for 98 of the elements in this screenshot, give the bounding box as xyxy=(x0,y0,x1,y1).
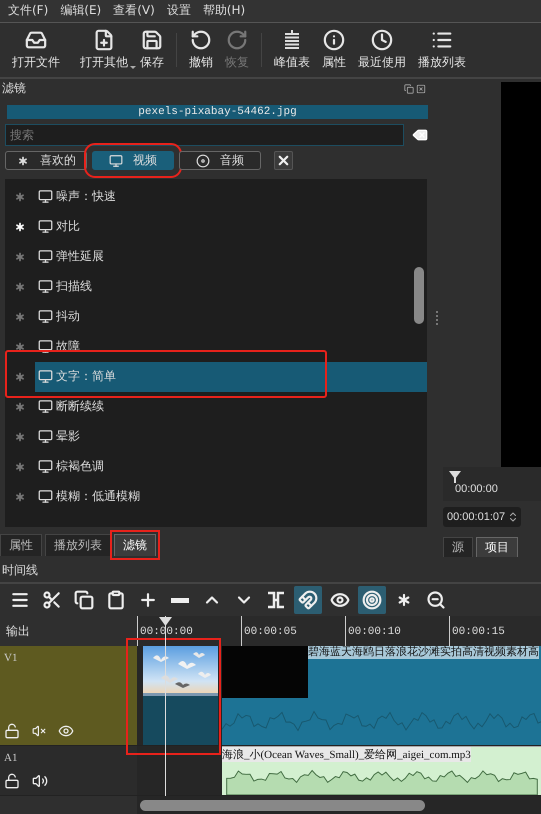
toolbar-button[interactable]: 播放列表 xyxy=(412,28,472,71)
timeline-tool[interactable] xyxy=(358,586,386,614)
dock-tab[interactable]: 播放列表 xyxy=(45,534,111,556)
star-icon[interactable] xyxy=(13,490,27,504)
speaker-icon xyxy=(32,773,48,789)
star-icon[interactable] xyxy=(13,220,27,234)
zoom-out-icon xyxy=(426,590,446,610)
mute-icon xyxy=(32,724,46,738)
timecode-field[interactable]: 00:00:01:07 xyxy=(443,506,522,527)
monitor-icon xyxy=(38,309,53,324)
filter-item[interactable]: 对比 xyxy=(35,212,427,242)
menu-item[interactable]: 帮助(H) xyxy=(196,2,252,20)
monitor-icon xyxy=(109,154,123,168)
track-header[interactable]: V1 xyxy=(0,646,137,746)
minus-icon xyxy=(171,598,189,603)
toolbar-button[interactable]: 属性 xyxy=(316,28,352,71)
star-icon[interactable] xyxy=(13,250,27,264)
playhead-icon xyxy=(449,470,461,483)
toolbar-button[interactable]: 保存 xyxy=(134,28,170,71)
clear-button[interactable] xyxy=(274,151,293,170)
monitor-icon xyxy=(38,369,53,384)
ruler-time: 00:00:00 xyxy=(455,482,498,495)
dock-tab[interactable]: 源 xyxy=(443,536,473,557)
monitor-icon xyxy=(38,339,53,354)
clip-title: 碧海蓝天海鸥日落浪花沙滩实拍高清视频素材高 xyxy=(308,646,539,659)
star-icon[interactable] xyxy=(13,400,27,414)
menu-item[interactable]: 查看(V) xyxy=(107,2,161,20)
category-tab[interactable]: 音频 xyxy=(179,151,261,170)
clip-name: pexels-pixabay-54462.jpg xyxy=(7,104,428,119)
star-icon[interactable] xyxy=(13,460,27,474)
unlock-icon xyxy=(4,773,20,789)
save-icon xyxy=(141,28,163,51)
output-label: 输出 xyxy=(6,622,30,640)
unlock-icon xyxy=(4,723,20,739)
search-field[interactable]: 搜索 xyxy=(5,124,404,146)
toolbar-button[interactable]: 打开文件 xyxy=(6,28,66,71)
menu-item[interactable]: 编辑(E) xyxy=(54,2,108,20)
monitor-icon xyxy=(38,279,53,294)
dock-tab[interactable]: 属性 xyxy=(0,534,42,556)
magnet-icon xyxy=(298,590,318,610)
monitor-icon xyxy=(38,489,53,504)
float-icon[interactable] xyxy=(404,84,414,94)
monitor-icon xyxy=(38,399,53,414)
redo-icon xyxy=(226,28,248,51)
star-icon[interactable] xyxy=(13,190,27,204)
monitor-icon xyxy=(38,429,53,444)
panel-title: 时间线 xyxy=(2,562,38,579)
video-clip[interactable]: 碧海蓝天海鸥日落浪花沙滩实拍高清视频素材高 xyxy=(222,646,541,745)
star-icon[interactable] xyxy=(13,430,27,444)
close-icon[interactable] xyxy=(416,84,426,94)
file-plus-icon xyxy=(93,28,115,51)
filter-item[interactable]: 抖动 xyxy=(35,302,427,332)
asterisk-icon xyxy=(16,154,30,168)
monitor-icon xyxy=(38,459,53,474)
clip-title: 海浪_小(Ocean Waves_Small)_爱给网_aigei_com.mp3 xyxy=(222,747,471,762)
scissors-icon xyxy=(42,590,62,610)
filter-item[interactable]: 断断续续 xyxy=(35,392,427,422)
undo-icon xyxy=(190,28,212,51)
toolbar-button[interactable]: 打开其他 xyxy=(74,28,134,71)
clock-icon xyxy=(371,28,393,51)
tray-icon xyxy=(25,28,47,51)
star-icon[interactable] xyxy=(13,280,27,294)
filter-item[interactable]: 噪声：快速 xyxy=(35,182,427,212)
panel-title: 滤镜 xyxy=(2,80,26,98)
target-icon xyxy=(362,590,382,610)
filter-item[interactable]: 模糊：低通模糊 xyxy=(35,482,427,512)
monitor-icon xyxy=(38,189,53,204)
timeline-tool[interactable] xyxy=(294,586,322,614)
filter-item[interactable]: 晕影 xyxy=(35,422,427,452)
star-icon[interactable] xyxy=(13,370,27,384)
info-icon xyxy=(323,28,345,51)
playhead-icon xyxy=(159,617,172,627)
clipboard-icon xyxy=(106,590,126,610)
track-header[interactable]: A1 xyxy=(0,746,137,796)
scrollbar-thumb[interactable] xyxy=(140,800,425,810)
filter-item[interactable]: 扫描线 xyxy=(35,272,427,302)
toolbar-button[interactable]: 峰值表 xyxy=(268,28,316,71)
clear-search-icon[interactable] xyxy=(412,126,428,143)
filter-item[interactable]: 文字：简单 xyxy=(35,362,427,392)
monitor-icon xyxy=(38,249,53,264)
disc-icon xyxy=(196,154,210,168)
menu-item[interactable]: 文件(F) xyxy=(2,2,54,20)
split-icon xyxy=(266,591,286,610)
audio-clip[interactable]: 海浪_小(Ocean Waves_Small)_爱给网_aigei_com.mp3 xyxy=(222,746,541,795)
toolbar-button[interactable]: 撤销 xyxy=(183,28,219,71)
image-clip[interactable] xyxy=(143,646,218,745)
filter-item[interactable]: 弹性延展 xyxy=(35,242,427,272)
scrollbar-thumb[interactable] xyxy=(414,266,424,324)
eye-icon xyxy=(58,723,74,739)
monitor-icon xyxy=(38,219,53,234)
toolbar-button[interactable]: 最近使用 xyxy=(352,28,412,71)
dock-tab[interactable]: 项目 xyxy=(476,536,518,557)
star-icon[interactable] xyxy=(13,310,27,324)
menu-item[interactable]: 设置 xyxy=(160,2,197,20)
copy-icon xyxy=(74,590,94,610)
category-tab[interactable]: 喜欢的 xyxy=(5,151,87,170)
filter-item[interactable]: 棕褐色调 xyxy=(35,452,427,482)
close-icon xyxy=(276,153,291,168)
